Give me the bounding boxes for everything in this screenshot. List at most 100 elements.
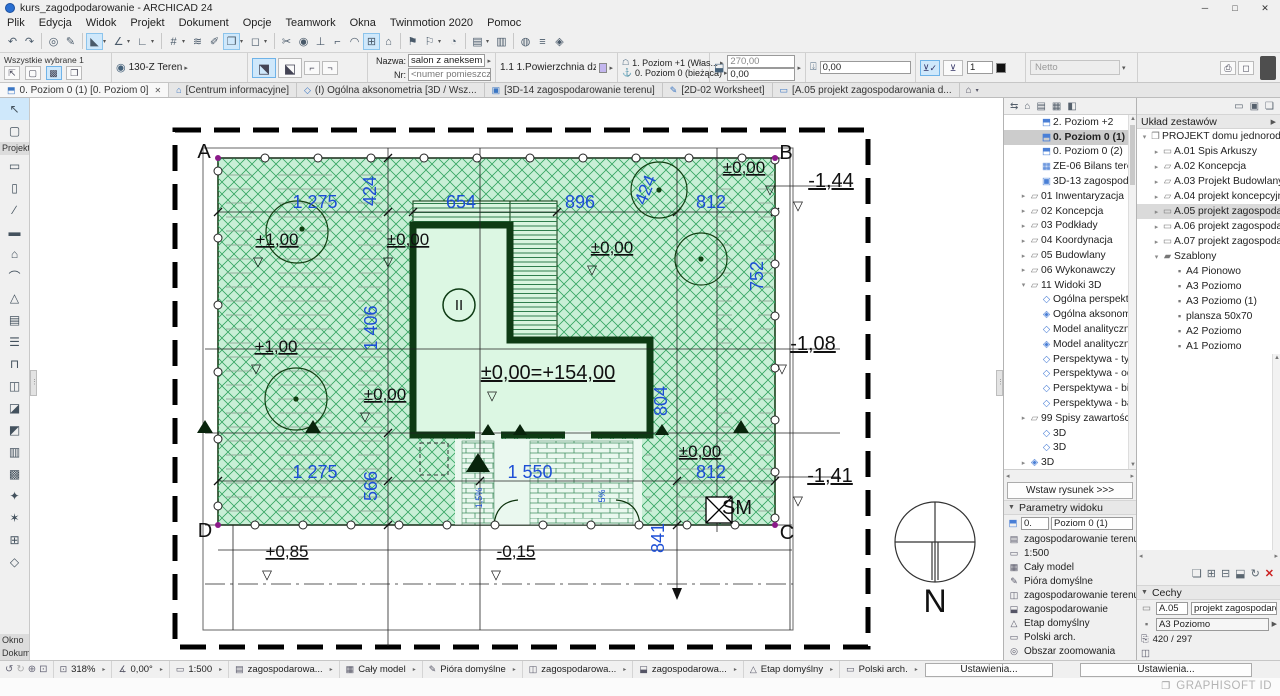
layout-tree-item[interactable]: ▸ ▭ A.05 projekt zagospodarowa xyxy=(1137,204,1280,219)
expander-icon[interactable]: ▾ xyxy=(1152,253,1161,261)
zone-number-input[interactable]: <numer pomieszczenia> xyxy=(408,68,491,81)
layout-tree-item[interactable]: ▪ A1 Poziomo xyxy=(1137,339,1280,354)
dropdown-arrow-icon[interactable] xyxy=(182,38,189,45)
expander-icon[interactable]: ▸ xyxy=(1152,208,1161,216)
favorites-icon[interactable]: ❐ xyxy=(223,33,240,50)
gravity-icon[interactable]: ≋ xyxy=(189,33,206,50)
navigator-layouts-icon[interactable]: ◧ xyxy=(1067,101,1076,112)
dropdown-arrow-icon[interactable] xyxy=(127,38,134,45)
renovation-filter[interactable]: △ Etap domyślny xyxy=(743,661,839,678)
element-transfer-icon[interactable]: ▤ xyxy=(469,33,486,50)
pen-number-input[interactable]: 1 xyxy=(967,61,993,74)
delete-icon[interactable]: ✕ xyxy=(1265,567,1274,580)
dimension-standard-row[interactable]: ▭ Polski arch. xyxy=(1004,630,1136,644)
arrow-tool[interactable]: ↖ xyxy=(0,98,29,120)
close-button[interactable]: ✕ xyxy=(1250,3,1280,14)
dropdown-arrow-icon[interactable] xyxy=(240,38,247,45)
curtain-wall-tool[interactable]: ▥ xyxy=(0,441,29,463)
project-chooser-icon[interactable]: ⇆ xyxy=(1010,101,1018,112)
lock-small-icon[interactable]: ◻ xyxy=(1238,61,1254,75)
layout-tree-item[interactable]: ▪ A3 Poziomo (1) xyxy=(1137,294,1280,309)
view-tab[interactable]: ▭ [A.05 projekt zagospodarowania d... xyxy=(773,83,960,97)
docked-palette-icon[interactable] xyxy=(1260,56,1276,80)
new-subset-icon[interactable]: ⊞ xyxy=(1207,567,1216,580)
navigator-tree-item[interactable]: ▣ 3D-13 zagospodarowan xyxy=(1004,174,1136,189)
zoom-in-icon[interactable]: ⊕ xyxy=(28,664,36,675)
layout-name-input[interactable]: projekt zagospodarowan xyxy=(1191,602,1277,615)
slab-tool[interactable]: ▬ xyxy=(0,221,29,243)
menu-item[interactable]: Opcje xyxy=(236,17,279,29)
view-tab[interactable]: ◇ (I) Ogólna aksonometria [3D / Wsz... xyxy=(297,83,485,97)
scale[interactable]: ▭ 1:500 xyxy=(169,661,228,678)
layout-tree-item[interactable]: ▪ A4 Pionowo xyxy=(1137,264,1280,279)
layout-panel-icon-2[interactable]: ▣ xyxy=(1250,101,1259,112)
maximize-button[interactable]: □ xyxy=(1220,3,1250,14)
guide-lines-icon[interactable]: ◣ xyxy=(86,33,103,50)
quick-layers-icon[interactable]: ≡ xyxy=(534,33,551,50)
navigator-tree-item[interactable]: ◈ Model analityczny konst xyxy=(1004,337,1136,352)
snap-points-icon[interactable]: ∟ xyxy=(134,33,151,50)
layout-tree-item[interactable]: ▾ ▰ Szablony xyxy=(1137,249,1280,264)
window-tool[interactable]: ◫ xyxy=(0,375,29,397)
pen-set-row[interactable]: ✎ Pióra domyślne xyxy=(1004,574,1136,588)
scale-row[interactable]: ▭ 1:500 xyxy=(1004,546,1136,560)
favorites-save-icon[interactable]: ❐ xyxy=(66,66,82,80)
expander-icon[interactable]: ▸ xyxy=(1019,414,1028,422)
layout-tree-item[interactable]: ▸ ▭ A.06 projekt zagospodarowa xyxy=(1137,219,1280,234)
new-master-icon[interactable]: ⊟ xyxy=(1221,567,1230,580)
zoom-area-row[interactable]: ◎ Obszar zoomowania xyxy=(1004,644,1136,658)
wall-tool[interactable]: ▭ xyxy=(0,155,29,177)
view-name-input[interactable]: Poziom 0 (1) xyxy=(1051,517,1133,530)
expander-icon[interactable]: ▸ xyxy=(1152,238,1161,246)
marquee-tool[interactable]: ▢ xyxy=(0,120,29,142)
left-palette-handle[interactable]: ⋮ xyxy=(30,370,37,396)
lamp-tool[interactable]: ✶ xyxy=(0,507,29,529)
view-tab[interactable]: ⬒ 0. Poziom 0 (1) [0. Poziom 0] ✕ xyxy=(0,83,169,97)
structure-display[interactable]: ▦ Cały model xyxy=(339,661,422,678)
layout-tree-item[interactable]: ▸ ▱ A.04 projekt koncepcyjny xyxy=(1137,189,1280,204)
menu-item[interactable]: Projekt xyxy=(123,17,171,29)
new-layout-icon[interactable]: ❏ xyxy=(1192,567,1202,580)
view-tab[interactable]: ✎ [2D-02 Worksheet] xyxy=(663,83,773,97)
right-palette-handle[interactable]: ⋮ xyxy=(996,370,1003,396)
navigator-tree-item[interactable]: ◇ Perspektywa - balsa xyxy=(1004,396,1136,411)
expander-icon[interactable]: ▸ xyxy=(1152,193,1161,201)
navigator-tree-item[interactable]: ◇ Ogólna perspektywa xyxy=(1004,293,1136,308)
zone-category-selector[interactable]: 1.1 1.Powierzchnia działki ▸ xyxy=(496,53,618,82)
roof-wizard-icon[interactable]: ⌂ xyxy=(380,33,397,50)
object-tool[interactable]: ✦ xyxy=(0,485,29,507)
view-id-input[interactable]: 0. xyxy=(1021,517,1049,530)
view-tab[interactable]: ▣ [3D-14 zagospodarowanie terenu] xyxy=(485,83,663,97)
structure-display-row[interactable]: ▦ Cały model xyxy=(1004,560,1136,574)
layer-combination[interactable]: ▤ zagospodarowa... xyxy=(228,661,339,678)
graphic-override[interactable]: ⬓ zagospodarowa... xyxy=(632,661,743,678)
marquee-settings-icon[interactable]: ▢ xyxy=(25,66,41,80)
tab-close-icon[interactable]: ✕ xyxy=(154,86,161,95)
navigator-tree-item[interactable]: ◈ Ogólna aksonometria xyxy=(1004,307,1136,322)
menu-item[interactable]: Dokument xyxy=(172,17,236,29)
redo-icon[interactable]: ↷ xyxy=(21,33,38,50)
layout-tree-item[interactable]: ▸ ▭ A.07 projekt zagospodarowa xyxy=(1137,234,1280,249)
layer-combination-row[interactable]: ▤ zagospodarowanie terenu xyxy=(1004,532,1136,546)
navigator-tree-item[interactable]: ⬒ 0. Poziom 0 (2) xyxy=(1004,145,1136,160)
zoom-level[interactable]: ⊡ 318% xyxy=(53,661,112,678)
dropdown-arrow-icon[interactable] xyxy=(103,38,110,45)
morph-tool[interactable]: △ xyxy=(0,287,29,309)
layout-hscroll[interactable]: ◂▸ xyxy=(1137,550,1280,561)
navigator-tree-item[interactable]: ◇ Model analityczny konst xyxy=(1004,322,1136,337)
navigator-tree-item[interactable]: ◇ Perspektywa - odp. ogni xyxy=(1004,367,1136,382)
layout-tree-item[interactable]: ▸ ▱ A.03 Projekt Budowlany xyxy=(1137,174,1280,189)
railing-tool[interactable]: ⊓ xyxy=(0,353,29,375)
lock-icon[interactable]: ◻ xyxy=(247,33,264,50)
navigator-tree-item[interactable]: ▸ ▱ 99 Spisy zawartości xyxy=(1004,411,1136,426)
view-tab[interactable]: ⌂ [Centrum informacyjne] xyxy=(169,83,297,97)
printer-icon[interactable]: ⎙ xyxy=(1220,61,1236,75)
beam-tool[interactable]: ∕ xyxy=(0,199,29,221)
navigator-tree-item[interactable]: ◇ Perspektywa - biała mak xyxy=(1004,381,1136,396)
expander-icon[interactable]: ▸ xyxy=(1019,266,1028,274)
annotation-icon[interactable]: ✐ xyxy=(206,33,223,50)
master-layout-selector[interactable]: ▪ A3 Poziomo ▶ xyxy=(1137,616,1280,632)
pick-up-parameters-icon[interactable]: ◎ xyxy=(45,33,62,50)
expander-icon[interactable]: ▸ xyxy=(1152,178,1161,186)
selection-settings-icon[interactable]: ⇱ xyxy=(4,66,20,80)
